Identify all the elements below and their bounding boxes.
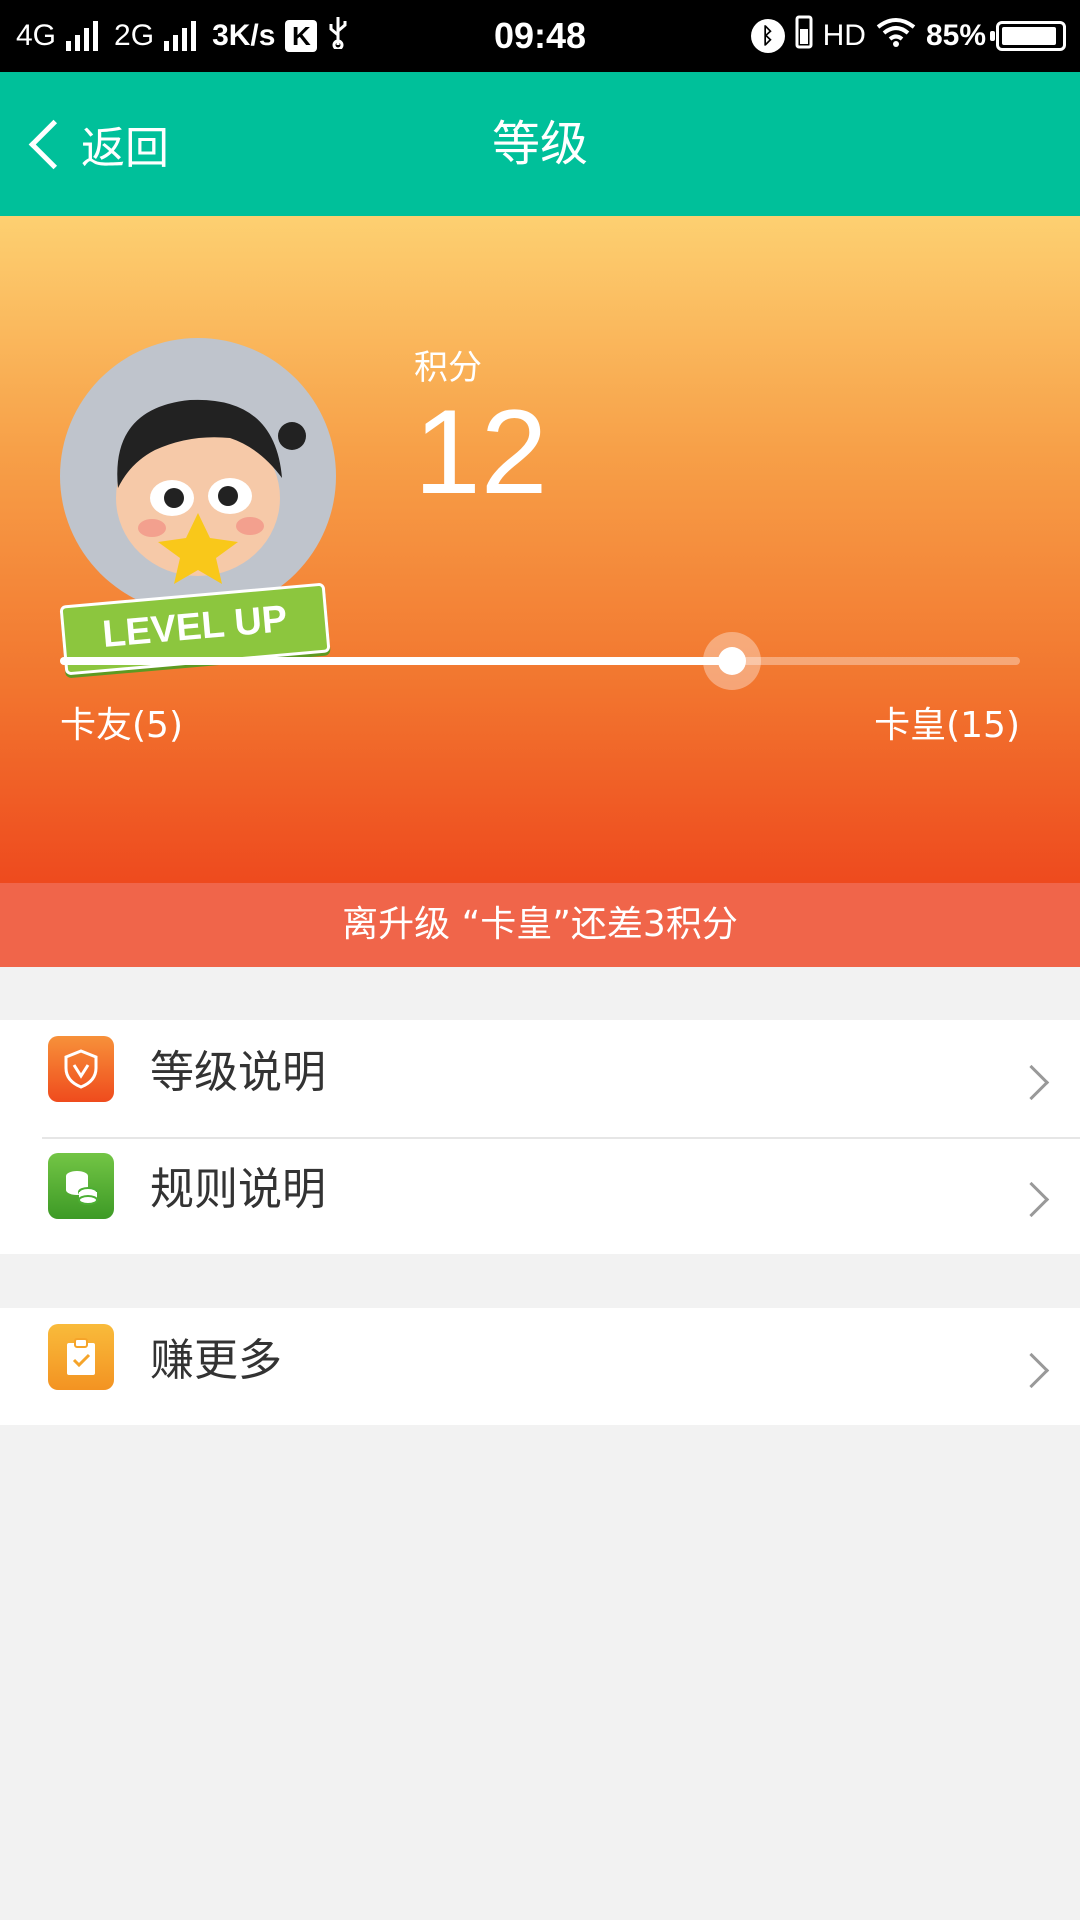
score-label: 积分 (414, 348, 482, 388)
avatar (60, 338, 336, 614)
earn-more-item[interactable]: 赚更多 (0, 1308, 1080, 1425)
clipboard-check-icon (48, 1324, 114, 1390)
menu-group-info: 等级说明 规则说明 (0, 1020, 1080, 1254)
progress-knob (718, 647, 746, 675)
bluetooth-icon: ᛒ (750, 19, 785, 53)
score-value: 12 (414, 385, 548, 519)
wifi-icon (876, 17, 916, 55)
earn-more-label: 赚更多 (150, 1335, 282, 1386)
coins-icon (48, 1153, 114, 1219)
rules-info-label: 规则说明 (150, 1164, 326, 1215)
chevron-right-icon (1013, 1352, 1050, 1389)
upgrade-notice: 离升级 “卡皇”还差3积分 (0, 883, 1080, 967)
battery-icon (990, 21, 1066, 51)
level-info-item[interactable]: 等级说明 (0, 1020, 1080, 1137)
current-level-label: 卡友(5) (60, 705, 183, 746)
hd-label: HD (822, 19, 866, 52)
vibrate-icon (795, 15, 813, 57)
status-bar: 4G 2G 3K/s K 09:48 ᛒ HD 85% (0, 0, 1080, 72)
next-level-label: 卡皇(15) (874, 705, 1020, 746)
battery-percent: 85% (925, 19, 986, 52)
level-header: LEVEL UP 积分 12 卡友(5) 卡皇(15) (0, 216, 1080, 883)
shield-icon (48, 1036, 114, 1102)
level-info-label: 等级说明 (150, 1047, 326, 1098)
page-title: 等级 (491, 116, 588, 172)
nav-bar: 返回 等级 (0, 72, 1080, 216)
menu-group-earn: 赚更多 (0, 1308, 1080, 1425)
level-progress-track (60, 632, 1020, 690)
rules-info-item[interactable]: 规则说明 (0, 1137, 1080, 1254)
chevron-right-icon (1013, 1181, 1050, 1218)
chevron-right-icon (1013, 1064, 1050, 1101)
level-progress-fill (60, 657, 732, 665)
